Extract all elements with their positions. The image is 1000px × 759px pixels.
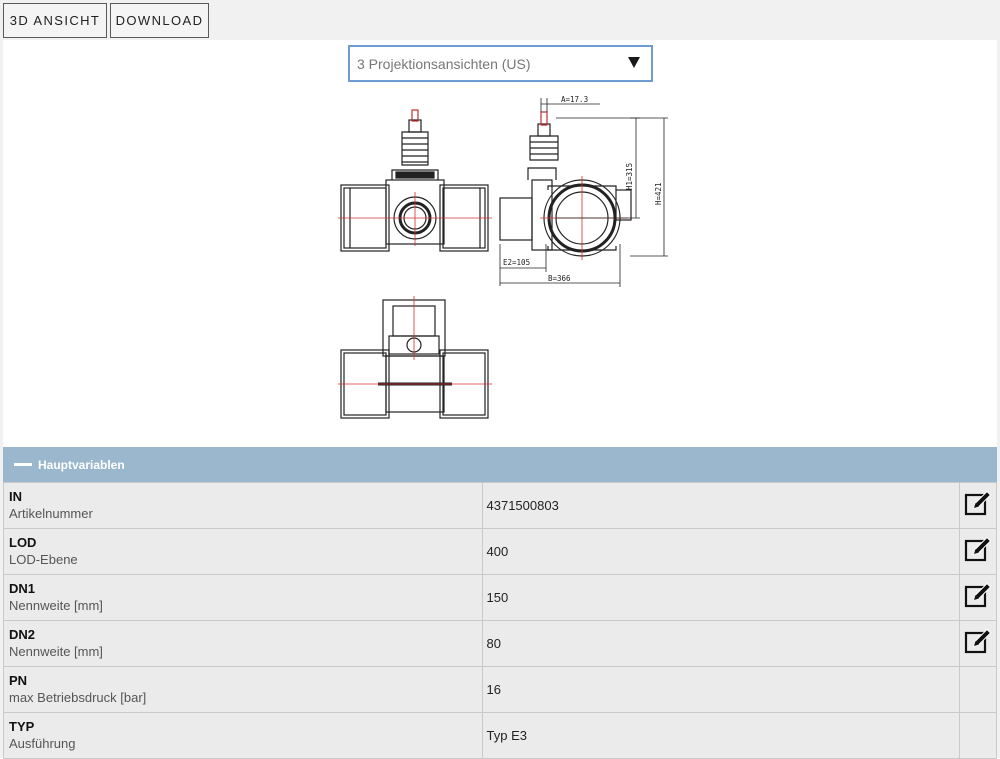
action-cell xyxy=(958,620,998,667)
table-row: PN max Betriebsdruck [bar] 16 xyxy=(3,666,998,713)
variable-name-cell: PN max Betriebsdruck [bar] xyxy=(3,666,483,713)
variable-description: Ausführung xyxy=(9,735,76,751)
action-cell xyxy=(958,528,998,575)
edit-icon[interactable] xyxy=(963,580,993,610)
table-row: LOD LOD-Ebene 400 xyxy=(3,528,998,575)
section-title: Hauptvariablen xyxy=(38,457,125,472)
edit-icon[interactable] xyxy=(963,626,993,656)
dim-a-label: A=17.3 xyxy=(561,95,588,104)
action-cell xyxy=(958,712,998,759)
technical-drawing: A=17.3 H1=315 H=421 E2=105 B=366 xyxy=(338,95,668,419)
projection-select[interactable]: 3 Projektionsansichten (US) xyxy=(348,45,653,82)
section-header-main-variables[interactable]: Hauptvariablen xyxy=(3,447,997,482)
table-row: TYP Ausführung Typ E3 xyxy=(3,712,998,759)
variable-value: 150 xyxy=(481,574,960,621)
variable-key: PN xyxy=(9,672,28,688)
edit-icon[interactable] xyxy=(963,534,993,564)
collapse-minus-icon xyxy=(14,463,32,466)
variable-name-cell: IN Artikelnummer xyxy=(3,482,483,529)
download-button[interactable]: DOWNLOAD xyxy=(110,3,209,38)
dim-b-label: B=366 xyxy=(548,274,571,283)
table-row: DN2 Nennweite [mm] 80 xyxy=(3,620,998,667)
variable-value: 4371500803 xyxy=(481,482,960,529)
variable-name-cell: TYP Ausführung xyxy=(3,712,483,759)
edit-icon[interactable] xyxy=(963,488,993,518)
top-view xyxy=(340,299,489,419)
toolbar: 3D ANSICHT DOWNLOAD xyxy=(0,0,1000,40)
variable-description: Nennweite [mm] xyxy=(9,597,103,613)
projection-select-value: 3 Projektionsansichten (US) xyxy=(357,55,531,72)
chevron-down-icon xyxy=(628,57,640,68)
3d-view-button[interactable]: 3D ANSICHT xyxy=(3,3,107,38)
front-view xyxy=(340,109,489,252)
variable-description: Nennweite [mm] xyxy=(9,643,103,659)
variable-name-cell: LOD LOD-Ebene xyxy=(3,528,483,575)
variable-name-cell: DN1 Nennweite [mm] xyxy=(3,574,483,621)
variable-name-cell: DN2 Nennweite [mm] xyxy=(3,620,483,667)
side-view xyxy=(499,111,632,257)
dim-h1-label: H1=315 xyxy=(625,163,634,190)
action-cell xyxy=(958,666,998,713)
dim-h-label: H=421 xyxy=(654,182,663,205)
variable-key: LOD xyxy=(9,534,37,550)
variable-description: LOD-Ebene xyxy=(9,551,78,567)
action-cell xyxy=(958,574,998,621)
variables-table: IN Artikelnummer 4371500803 LOD LOD-Ebene 400… xyxy=(3,482,998,759)
variable-key: DN1 xyxy=(9,580,36,596)
table-row: DN1 Nennweite [mm] 150 xyxy=(3,574,998,621)
variable-value: 400 xyxy=(481,528,960,575)
action-cell xyxy=(958,482,998,529)
variable-key: IN xyxy=(9,488,22,504)
variable-key: TYP xyxy=(9,718,35,734)
variable-value: 80 xyxy=(481,620,960,667)
variable-description: Artikelnummer xyxy=(9,505,93,521)
variable-value: Typ E3 xyxy=(481,712,960,759)
dim-e2-label: E2=105 xyxy=(503,258,530,267)
variable-key: DN2 xyxy=(9,626,36,642)
variable-value: 16 xyxy=(481,666,960,713)
variable-description: max Betriebsdruck [bar] xyxy=(9,689,147,705)
table-row: IN Artikelnummer 4371500803 xyxy=(3,482,998,529)
